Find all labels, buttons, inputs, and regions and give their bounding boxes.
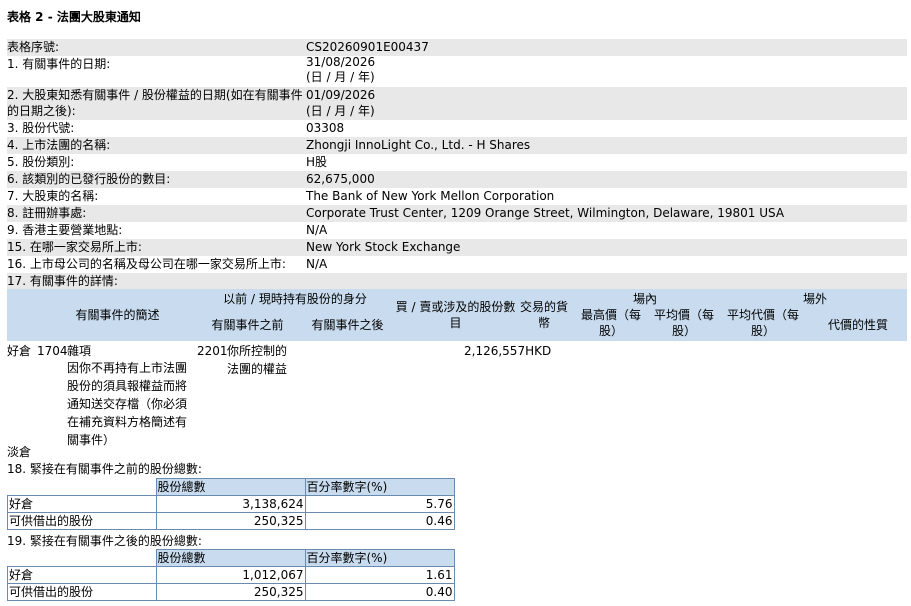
field-label-exchange: 15. 在哪一家交易所上市: [7, 240, 142, 254]
row-shares: 1,012,067 [155, 566, 306, 584]
row-capacity-desc: 你所控制的法團的權益 [227, 344, 288, 376]
header-nature: 代價的性質 [827, 318, 888, 332]
header-event-desc: 有關事件的簡述 [75, 308, 160, 322]
row-label: 好倉 [7, 566, 157, 584]
field-value-exchange: New York Stock Exchange [306, 240, 461, 254]
field-label-issued-shares: 6. 該類別的已發行股份的數目: [7, 172, 171, 186]
row-shares: 2,126,557HKD [464, 342, 551, 360]
header-capacity: 以前 / 現時持有股份的身分 [223, 292, 367, 306]
field-label-holder-name: 7. 大股東的名稱: [7, 189, 99, 203]
section-19-table: 股份總數 百分率數字(%) 好倉 1,012,067 1.61 可供借出的股份 … [7, 549, 455, 601]
section-18-title: 18. 緊接在有關事件之前的股份總數: [7, 462, 202, 476]
row-shares: 250,325 [155, 583, 306, 601]
row-label: 可供借出的股份 [7, 583, 157, 601]
field-value-registered-office: Corporate Trust Center, 1209 Orange Stre… [306, 206, 785, 220]
field-label-aware-date: 2. 大股東知悉有關事件 / 股份權益的日期(如在有關事件 [7, 88, 303, 102]
header-highest: 最高價（每股） [580, 308, 641, 338]
row-capacity-code: 2201 [197, 344, 228, 358]
field-value-stock-code: 03308 [306, 121, 345, 135]
header-before: 有關事件之前 [211, 318, 284, 332]
row-pct: 0.46 [304, 512, 455, 530]
row-pct: 0.40 [304, 583, 455, 601]
header-on-exchange: 場內 [632, 292, 657, 306]
row-label: 好倉 [7, 495, 157, 513]
header-after: 有關事件之後 [311, 318, 384, 332]
row-shares-value: 2,126,557 [464, 344, 526, 358]
col-header-pct: 百分率數字(%) [304, 478, 455, 496]
field-label-hk-place: 9. 香港主要營業地點: [7, 223, 123, 237]
field-label-aware-date-cont: 的日期之後): [7, 104, 76, 118]
date-format-note: (日 / 月 / 年) [306, 104, 375, 118]
header-average: 平均價（每股） [653, 308, 714, 338]
field-value-parent: N/A [306, 257, 328, 271]
section-18-table: 股份總數 百分率數字(%) 好倉 3,138,624 5.76 可供借出的股份 … [7, 478, 455, 530]
field-label-event-date: 1. 有關事件的日期: [7, 57, 111, 71]
field-label-form-no: 表格序號: [7, 40, 60, 54]
header-off-exchange: 場外 [802, 292, 827, 306]
empty-cell [8, 550, 157, 567]
row-label: 可供借出的股份 [7, 512, 157, 530]
field-value-holder-name: The Bank of New York Mellon Corporation [306, 189, 555, 203]
header-currency: 交易的貨幣 [519, 300, 568, 330]
row-position: 好倉 [7, 344, 32, 358]
row-pct: 5.76 [304, 495, 455, 513]
col-header-shares: 股份總數 [155, 478, 306, 496]
short-position-label: 淡倉 [7, 445, 32, 459]
field-label-parent: 16. 上市母公司的名稱及母公司在哪一家交易所上市: [7, 257, 286, 271]
field-label-issuer: 4. 上市法團的名稱: [7, 138, 111, 152]
row-event-desc: 雜項 [67, 344, 92, 358]
field-value-issued-shares: 62,675,000 [306, 172, 375, 186]
page-title: 表格 2 - 法團大股東通知 [7, 10, 141, 24]
section-19-title: 19. 緊接在有關事件之後的股份總數: [7, 534, 202, 548]
empty-cell [8, 479, 157, 496]
field-label-class: 5. 股份類別: [7, 155, 75, 169]
col-header-shares: 股份總數 [155, 549, 306, 567]
field-value-hk-place: N/A [306, 223, 328, 237]
field-value-issuer: Zhongji InnoLight Co., Ltd. - H Shares [306, 138, 531, 152]
row-pct: 1.61 [304, 566, 455, 584]
field-band [7, 39, 907, 56]
field-band [7, 273, 907, 290]
header-shares: 買 / 賣或涉及的股份數目 [395, 300, 516, 330]
header-avg-consideration: 平均代價（每股） [726, 308, 799, 338]
row-event-desc-detail: 因你不再持有上市法團股份的須具報權益而將通知送交存檔（你必須在補充資料方格簡述有… [67, 361, 188, 447]
field-label-registered-office: 8. 註冊辦事處: [7, 206, 87, 220]
field-label-event-details: 17. 有關事件的詳情: [7, 274, 118, 288]
field-label-stock-code: 3. 股份代號: [7, 121, 75, 135]
row-shares: 3,138,624 [155, 495, 306, 513]
row-event-code: 1704 [37, 344, 68, 358]
row-currency: HKD [525, 344, 552, 358]
field-value-aware-date: 01/09/2026 [306, 88, 376, 102]
field-value-class: H股 [306, 155, 328, 169]
date-format-note: (日 / 月 / 年) [306, 70, 375, 84]
row-shares: 250,325 [155, 512, 306, 530]
col-header-pct: 百分率數字(%) [304, 549, 455, 567]
